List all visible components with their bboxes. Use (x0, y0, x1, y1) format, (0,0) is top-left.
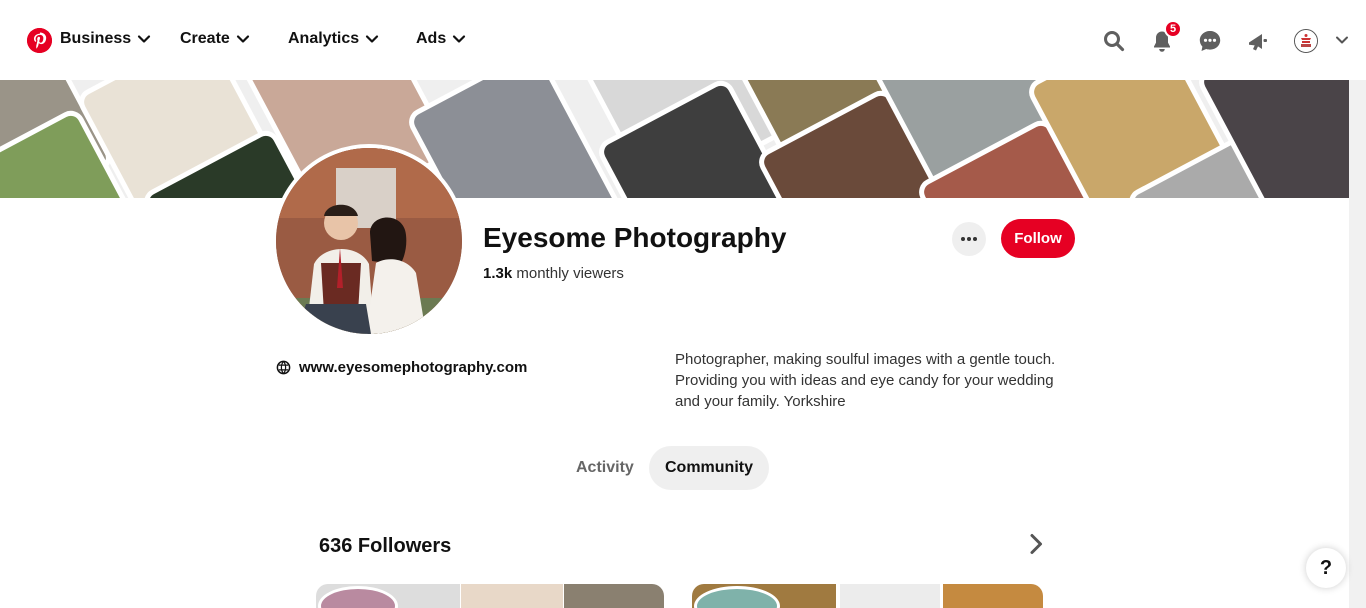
nav-business-label: Business (60, 30, 132, 47)
follow-button[interactable]: Follow (1001, 219, 1075, 258)
profile-bio: Photographer, making soulful images with… (675, 351, 1056, 410)
profile-name: Eyesome Photography (483, 222, 787, 253)
profile-avatar (272, 144, 466, 338)
nav-create[interactable]: Create (180, 30, 250, 48)
followers-heading: 636 Followers (319, 535, 452, 557)
website-url: www.eyesomephotography.com (299, 359, 528, 376)
viewers-count: 1.3k (483, 265, 513, 282)
tab-community[interactable]: Community (649, 446, 769, 490)
nav-business[interactable]: Business (60, 30, 151, 48)
megaphone-icon[interactable] (1246, 29, 1270, 53)
chevron-down-icon (452, 32, 466, 46)
monthly-viewers: 1.3k monthly viewers (483, 265, 624, 282)
nav-analytics-label: Analytics (288, 30, 360, 47)
chevron-down-icon (236, 32, 250, 46)
search-icon[interactable] (1102, 29, 1126, 53)
ellipsis-icon (961, 237, 977, 241)
nav-analytics[interactable]: Analytics (288, 30, 379, 48)
website-link[interactable]: www.eyesomephotography.com (276, 359, 527, 376)
follower-card-image[interactable] (564, 584, 664, 608)
help-button[interactable]: ? (1306, 548, 1346, 588)
follower-card-image[interactable] (461, 584, 563, 608)
profile-cover-collage (0, 80, 1349, 198)
follower-cards (316, 584, 1046, 608)
nav-create-label: Create (180, 30, 230, 47)
globe-icon (276, 360, 291, 375)
chevron-down-icon (365, 32, 379, 46)
notification-badge: 5 (1164, 20, 1182, 38)
chevron-down-icon[interactable] (1335, 33, 1349, 47)
page-scrollbar[interactable] (1349, 80, 1366, 608)
follower-card-image[interactable] (943, 584, 1043, 608)
chevron-down-icon (137, 32, 151, 46)
pinterest-logo-icon[interactable] (27, 28, 52, 53)
viewers-label: monthly viewers (516, 265, 624, 282)
follower-card-image[interactable] (840, 584, 940, 608)
avatar[interactable] (1294, 29, 1318, 53)
chat-icon[interactable] (1198, 29, 1222, 53)
more-options-button[interactable] (952, 222, 986, 256)
tab-activity[interactable]: Activity (560, 446, 650, 490)
nav-ads[interactable]: Ads (416, 30, 466, 48)
nav-ads-label: Ads (416, 30, 447, 47)
top-nav: Business Create Analytics Ads 5 (0, 0, 1366, 80)
chevron-right-icon[interactable] (1024, 532, 1048, 556)
